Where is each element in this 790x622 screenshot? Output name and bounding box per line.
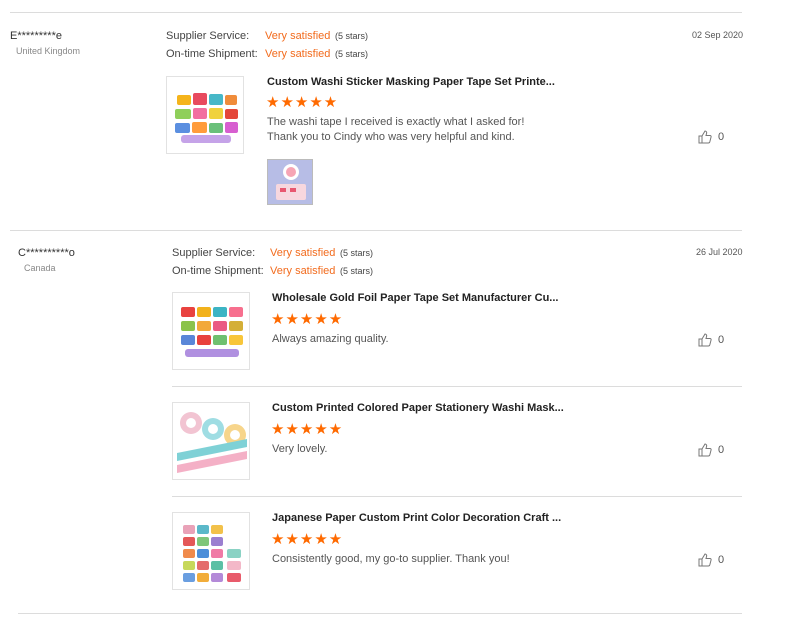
review-date: 26 Jul 2020 [696, 247, 743, 257]
review-comment: Very lovely. [272, 443, 328, 455]
review-comment: Consistently good, my go-to supplier. Th… [272, 553, 510, 565]
product-title[interactable]: Japanese Paper Custom Print Color Decora… [272, 512, 561, 524]
reviewer-country: Canada [24, 263, 56, 273]
thumbs-up-icon [698, 130, 712, 144]
product-title[interactable]: Custom Washi Sticker Masking Paper Tape … [267, 76, 555, 88]
shipment-value: Very satisfied [270, 265, 336, 277]
review-comment: Always amazing quality. [272, 333, 389, 345]
item-divider [172, 386, 742, 387]
shipment-label: On-time Shipment: [166, 48, 258, 60]
reviewer-name: C**********o [18, 247, 75, 259]
rating-stars: ★★★★★ [271, 531, 344, 548]
review-comment-line: Thank you to Cindy who was very helpful … [267, 131, 515, 143]
supplier-service-value: Very satisfied [270, 247, 336, 259]
supplier-service-stars: (5 stars) [340, 248, 374, 258]
review-comment: The washi tape I received is exactly wha… [267, 115, 587, 145]
product-title[interactable]: Custom Printed Colored Paper Stationery … [272, 402, 564, 414]
supplier-service-value: Very satisfied [265, 30, 331, 42]
divider [10, 230, 742, 231]
like-button[interactable]: 0 [698, 443, 724, 457]
shipment-stars: (5 stars) [335, 49, 369, 59]
rating-stars: ★★★★★ [271, 421, 344, 438]
thumbs-up-icon [698, 333, 712, 347]
rating-stars: ★★★★★ [271, 311, 344, 328]
gold-foil-tape-image [173, 293, 249, 369]
divider [10, 12, 742, 13]
like-count: 0 [718, 131, 725, 143]
item-divider [172, 496, 742, 497]
thumbs-up-icon [698, 553, 712, 567]
shipment-stars: (5 stars) [340, 266, 374, 276]
like-count: 0 [718, 554, 725, 566]
reviewer-country: United Kingdom [16, 46, 81, 56]
like-button[interactable]: 0 [698, 333, 724, 347]
product-thumbnail[interactable] [172, 292, 250, 370]
review-photo-image [268, 160, 312, 204]
like-button[interactable]: 0 [698, 130, 724, 144]
washi-tape-image [167, 77, 243, 153]
like-button[interactable]: 0 [698, 553, 724, 567]
product-title[interactable]: Wholesale Gold Foil Paper Tape Set Manuf… [272, 292, 558, 304]
review-comment-line: The washi tape I received is exactly wha… [267, 116, 525, 128]
reviewer-name: E*********e [10, 30, 62, 42]
shipment-value: Very satisfied [265, 48, 331, 60]
product-thumbnail[interactable] [166, 76, 244, 154]
supplier-service-stars: (5 stars) [335, 31, 369, 41]
supplier-service-label: Supplier Service: [172, 247, 256, 259]
like-count: 0 [718, 334, 725, 346]
thumbs-up-icon [698, 443, 712, 457]
shipment-label: On-time Shipment: [172, 265, 264, 277]
printed-washi-tape-image [173, 403, 249, 479]
supplier-service-label: Supplier Service: [166, 30, 250, 42]
rating-stars: ★★★★★ [266, 94, 339, 111]
product-thumbnail[interactable] [172, 512, 250, 590]
review-date: 02 Sep 2020 [692, 30, 744, 40]
review-photo[interactable] [267, 159, 313, 205]
like-count: 0 [718, 444, 725, 456]
product-thumbnail[interactable] [172, 402, 250, 480]
decoration-tape-image [173, 513, 249, 589]
divider [18, 613, 742, 614]
